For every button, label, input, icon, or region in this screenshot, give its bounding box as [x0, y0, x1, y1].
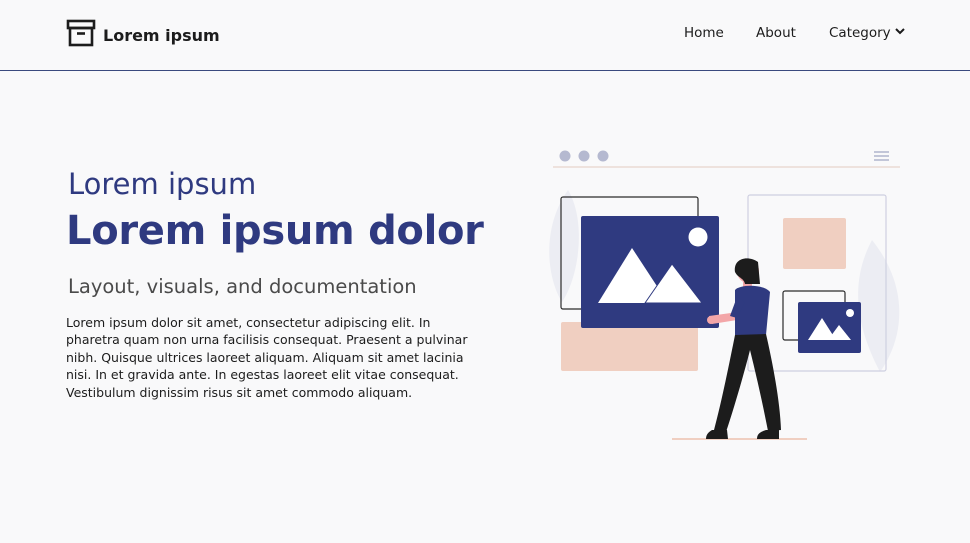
hero-kicker: Lorem ipsum [68, 167, 257, 201]
nav-home-link[interactable]: Home [684, 25, 724, 41]
nav-about-link[interactable]: About [756, 25, 796, 41]
person-with-image-gallery-illustration [540, 140, 910, 450]
archive-box-icon [66, 19, 96, 51]
site-header: Lorem ipsum Home About Category [0, 0, 970, 71]
hero-title: Lorem ipsum dolor [66, 208, 484, 254]
chevron-down-icon [891, 25, 906, 41]
logo-text: Lorem ipsum [103, 25, 220, 45]
nav-category-dropdown[interactable]: Category [829, 25, 906, 41]
hero-body-text: Lorem ipsum dolor sit amet, consectetur … [66, 315, 468, 400]
logo[interactable]: Lorem ipsum [66, 19, 220, 51]
nav-category-label: Category [829, 25, 891, 41]
hero-subtitle: Layout, visuals, and documentation [68, 275, 417, 298]
